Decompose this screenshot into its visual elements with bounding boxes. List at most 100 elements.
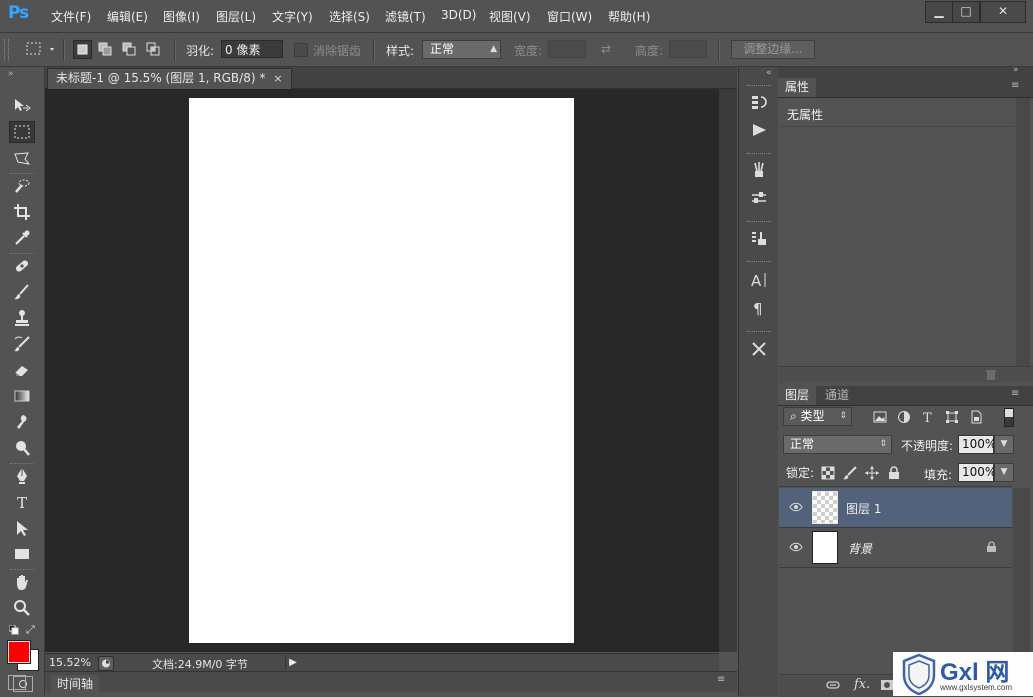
layers-scrollbar[interactable] — [1013, 488, 1030, 674]
zoom-tool[interactable] — [9, 597, 35, 619]
menu-3d[interactable]: 3D(D) — [441, 8, 476, 22]
menu-type[interactable]: 文字(Y) — [272, 8, 313, 25]
zoom-level[interactable]: 15.52% — [49, 656, 91, 669]
quick-selection-tool[interactable] — [9, 175, 35, 197]
intersect-selection-button[interactable] — [144, 40, 163, 59]
add-mask-icon[interactable] — [880, 678, 894, 692]
default-colors-icon[interactable] — [8, 624, 19, 635]
style-select[interactable]: 正常 ▲ — [422, 40, 501, 59]
opacity-input[interactable]: 100% — [958, 435, 996, 454]
refine-edge-button[interactable]: 调整边缘... — [731, 40, 815, 59]
filter-smart-object-icon[interactable] — [969, 410, 983, 424]
close-window-button[interactable]: ✕ — [980, 1, 1026, 23]
expand-panels-icon[interactable]: « — [766, 68, 772, 78]
tool-preset-picker[interactable] — [26, 41, 56, 60]
timeline-tab-label[interactable]: 时间轴 — [51, 675, 100, 692]
timeline-menu-icon[interactable]: ≡ — [717, 674, 725, 685]
menu-edit[interactable]: 编辑(E) — [107, 8, 148, 25]
tab-properties[interactable]: 属性 — [778, 78, 817, 97]
filter-pixel-icon[interactable] — [873, 410, 887, 424]
lasso-tool[interactable] — [9, 148, 35, 170]
pen-tool[interactable] — [9, 465, 35, 487]
status-info-button[interactable] — [98, 656, 114, 671]
hand-tool[interactable] — [9, 571, 35, 593]
crop-tool[interactable] — [9, 201, 35, 223]
layers-menu-icon[interactable]: ≡ — [1011, 388, 1019, 399]
rectangular-marquee-tool[interactable] — [9, 121, 35, 143]
filter-adjustment-icon[interactable] — [897, 410, 911, 424]
document-tab[interactable]: 未标题-1 @ 15.5% (图层 1, RGB/8) * × — [47, 68, 292, 89]
spot-healing-tool[interactable] — [9, 255, 35, 277]
history-brush-tool[interactable] — [9, 333, 35, 355]
tool-presets-panel-button[interactable] — [748, 227, 770, 249]
height-input[interactable] — [669, 40, 707, 58]
antialias-checkbox[interactable] — [294, 43, 308, 57]
menu-window[interactable]: 窗口(W) — [547, 8, 592, 25]
lock-image-pixels-icon[interactable] — [843, 466, 857, 480]
menu-image[interactable]: 图像(I) — [163, 8, 200, 25]
rectangle-tool[interactable] — [9, 543, 35, 565]
feather-input[interactable]: 0 像素 — [221, 40, 283, 58]
layer-row-layer1[interactable]: 图层 1 — [779, 488, 1012, 528]
visibility-eye-icon[interactable] — [789, 500, 803, 514]
swap-dimensions-icon[interactable]: ⇄ — [601, 42, 617, 56]
link-layers-icon[interactable] — [825, 679, 841, 691]
panel-grip[interactable] — [747, 153, 771, 156]
panel-grip[interactable] — [747, 85, 771, 88]
trash-icon[interactable] — [985, 369, 997, 381]
tab-layers[interactable]: 图层 — [778, 386, 817, 405]
menu-select[interactable]: 选择(S) — [329, 8, 370, 25]
layer-filter-select[interactable]: ⌕ 类型 ⇕ — [783, 407, 852, 426]
menu-help[interactable]: 帮助(H) — [608, 8, 650, 25]
menu-file[interactable]: 文件(F) — [51, 8, 91, 25]
fill-dropdown[interactable]: ▼ — [994, 463, 1014, 482]
actions-panel-button[interactable] — [748, 119, 770, 141]
move-tool[interactable] — [9, 95, 35, 117]
character-panel-button[interactable]: A — [748, 269, 770, 291]
menu-layer[interactable]: 图层(L) — [216, 8, 256, 25]
history-panel-button[interactable] — [748, 91, 770, 113]
eyedropper-tool[interactable] — [9, 227, 35, 249]
opacity-dropdown[interactable]: ▼ — [994, 435, 1014, 454]
brush-presets-panel-button[interactable] — [748, 159, 770, 181]
panel-grip[interactable] — [747, 221, 771, 224]
minimize-button[interactable]: ▁ — [925, 1, 953, 23]
eraser-tool[interactable] — [9, 359, 35, 381]
clone-source-panel-button[interactable] — [748, 187, 770, 209]
foreground-color-swatch[interactable] — [7, 640, 31, 664]
menu-view[interactable]: 视图(V) — [489, 8, 531, 25]
layer-row-background[interactable]: 背景 — [779, 528, 1012, 568]
collapse-right-panels-icon[interactable]: » — [1013, 65, 1019, 75]
tools-options-panel-button[interactable] — [748, 338, 770, 360]
filter-toggle-switch[interactable] — [1004, 408, 1014, 427]
status-menu-arrow-icon[interactable]: ▶ — [285, 655, 300, 670]
properties-menu-icon[interactable]: ≡ — [1011, 80, 1019, 91]
layer-name[interactable]: 图层 1 — [846, 500, 881, 517]
visibility-eye-icon[interactable] — [789, 540, 803, 554]
blend-mode-select[interactable]: 正常 ⇕ — [783, 435, 892, 454]
add-selection-button[interactable] — [96, 40, 115, 59]
gradient-tool[interactable] — [9, 385, 35, 407]
lock-transparent-pixels-icon[interactable] — [821, 466, 835, 480]
brush-tool[interactable] — [9, 281, 35, 303]
properties-scrollbar[interactable] — [1016, 98, 1030, 366]
document-canvas[interactable] — [189, 98, 574, 643]
lock-position-icon[interactable] — [865, 466, 879, 480]
path-selection-tool[interactable] — [9, 517, 35, 539]
dodge-tool[interactable] — [9, 437, 35, 459]
collapse-tools-icon[interactable]: » — [8, 69, 14, 79]
blur-tool[interactable] — [9, 411, 35, 433]
swap-colors-icon[interactable]: ⤢ — [26, 623, 38, 636]
panel-grip[interactable] — [747, 261, 771, 264]
fill-input[interactable]: 100% — [958, 463, 996, 482]
layer-name[interactable]: 背景 — [848, 540, 872, 557]
subtract-selection-button[interactable] — [120, 40, 139, 59]
clone-stamp-tool[interactable] — [9, 307, 35, 329]
maximize-button[interactable]: □ — [952, 1, 980, 23]
tab-channels[interactable]: 通道 — [818, 386, 856, 405]
new-selection-button[interactable] — [73, 40, 92, 59]
panel-grip[interactable] — [747, 331, 771, 334]
filter-shape-icon[interactable] — [945, 410, 959, 424]
options-grip[interactable] — [4, 39, 9, 61]
width-input[interactable] — [548, 40, 586, 58]
